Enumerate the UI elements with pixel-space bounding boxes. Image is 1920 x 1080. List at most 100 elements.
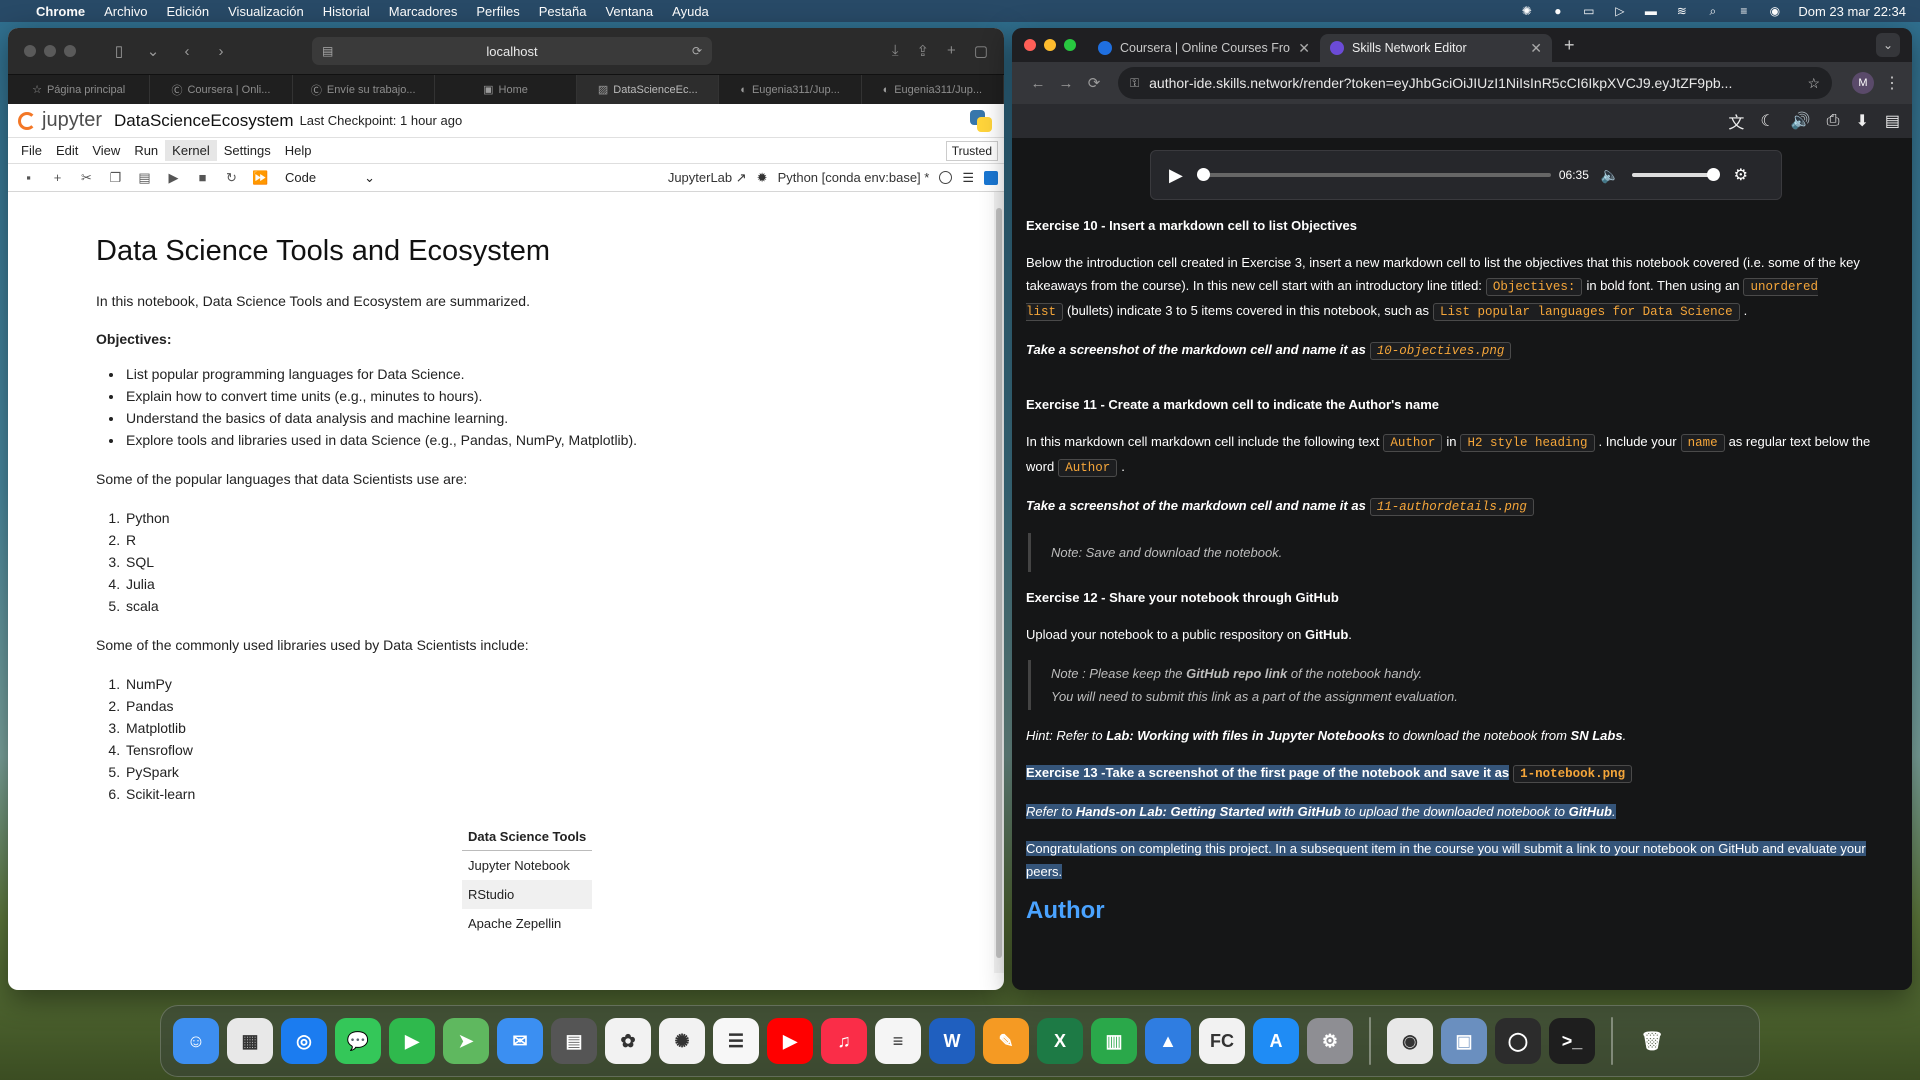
notes-icon[interactable]: ≡: [875, 1018, 921, 1064]
display-icon[interactable]: ▭: [1581, 5, 1596, 17]
cell-type-select[interactable]: Code ⌄: [285, 170, 375, 186]
safari-address-bar[interactable]: ▤ localhost ⟳: [312, 37, 712, 65]
tab-overview-icon[interactable]: ▢: [974, 42, 988, 60]
music-icon[interactable]: ♫: [821, 1018, 867, 1064]
calculator-icon[interactable]: ▤: [551, 1018, 597, 1064]
reminders-icon[interactable]: ☰: [713, 1018, 759, 1064]
fc-icon[interactable]: FC: [1199, 1018, 1245, 1064]
list-icon[interactable]: ☰: [962, 170, 974, 186]
fast-forward-icon[interactable]: ⏩: [246, 170, 275, 186]
safari-tab-5[interactable]: ▨ DataScienceEc...: [577, 75, 720, 104]
safari-tab-7[interactable]: ◐ Eugenia311/Jup...: [862, 75, 1004, 104]
forward-arrow-icon[interactable]: →: [1052, 75, 1080, 92]
print-icon[interactable]: ⎙: [1827, 112, 1840, 130]
zoom-window-button[interactable]: [64, 45, 76, 57]
bookmark-star-icon[interactable]: ☆: [1797, 75, 1820, 92]
numbers-icon[interactable]: ▥: [1091, 1018, 1137, 1064]
youtube-icon[interactable]: ▶: [767, 1018, 813, 1064]
more-options-icon[interactable]: ⋮: [1884, 73, 1900, 93]
menu-ventana[interactable]: Ventana: [605, 4, 653, 19]
run-icon[interactable]: ▶: [159, 170, 188, 186]
audio-progress[interactable]: [1196, 168, 1551, 181]
jupyter-logo[interactable]: jupyter: [18, 109, 102, 132]
new-tab-icon[interactable]: +: [947, 42, 956, 60]
notebook-area[interactable]: Data Science Tools and Ecosystem In this…: [8, 192, 1004, 973]
forward-arrow-icon[interactable]: ›: [208, 43, 234, 60]
safari-tab-2[interactable]: Ⓒ Coursera | Onli...: [150, 75, 293, 104]
facetime-icon[interactable]: ▶: [389, 1018, 435, 1064]
grammarly-icon[interactable]: ●: [1550, 5, 1565, 17]
word-icon[interactable]: W: [929, 1018, 975, 1064]
read-aloud-icon[interactable]: 🔊: [1791, 111, 1811, 131]
stop-icon[interactable]: ■: [188, 170, 217, 185]
translate-icon[interactable]: 文: [1728, 109, 1744, 133]
back-arrow-icon[interactable]: ‹: [174, 43, 200, 60]
system-settings-icon[interactable]: ⚙: [1307, 1018, 1353, 1064]
cut-icon[interactable]: ✂: [72, 170, 101, 186]
save-icon[interactable]: ▪: [14, 170, 43, 185]
spotlight-search-icon[interactable]: ⌕: [1705, 5, 1720, 17]
safari-tab-4[interactable]: ▣ Home: [435, 75, 578, 104]
menu-historial[interactable]: Historial: [323, 4, 370, 19]
menu-archivo[interactable]: Archivo: [104, 4, 147, 19]
menu-settings[interactable]: Settings: [217, 140, 278, 161]
jupyterlab-link[interactable]: JupyterLab ↗: [668, 170, 747, 186]
chrome-tab-skills-network[interactable]: Skills Network Editor ✕: [1320, 34, 1552, 62]
reload-icon[interactable]: ⟳: [692, 44, 702, 58]
menu-marcadores[interactable]: Marcadores: [389, 4, 458, 19]
openai-icon[interactable]: ✺: [1519, 5, 1534, 17]
menu-help[interactable]: Help: [278, 140, 319, 161]
menu-app-name[interactable]: Chrome: [36, 4, 85, 19]
audio-progress-knob[interactable]: [1196, 168, 1210, 181]
copy-icon[interactable]: ❐: [101, 170, 130, 186]
page-menu-icon[interactable]: ▤: [322, 44, 333, 58]
dark-mode-icon[interactable]: ☾: [1760, 111, 1774, 131]
safari-tab-1[interactable]: ☆ Página principal: [8, 75, 151, 104]
terminal-icon[interactable]: >_: [1549, 1018, 1595, 1064]
add-cell-icon[interactable]: +: [43, 170, 72, 185]
wifi-icon[interactable]: ≋: [1674, 5, 1689, 17]
kernel-name[interactable]: Python [conda env:base] *: [778, 170, 930, 185]
menu-edit[interactable]: Edit: [49, 140, 85, 161]
battery-icon[interactable]: ▬: [1643, 5, 1658, 17]
back-arrow-icon[interactable]: ←: [1024, 75, 1052, 92]
menu-visualizacion[interactable]: Visualización: [228, 4, 304, 19]
gear-icon[interactable]: ⚙: [1734, 165, 1748, 185]
maps-icon[interactable]: ➤: [443, 1018, 489, 1064]
launchpad-icon[interactable]: ▦: [227, 1018, 273, 1064]
siri-icon[interactable]: ◉: [1767, 5, 1782, 17]
volume-icon[interactable]: 🔈: [1601, 166, 1620, 184]
site-settings-icon[interactable]: ⚿: [1130, 76, 1139, 91]
minimize-window-button[interactable]: [44, 45, 56, 57]
minimize-window-button[interactable]: [1044, 39, 1056, 51]
app-store-icon[interactable]: A: [1253, 1018, 1299, 1064]
zoom-window-button[interactable]: [1064, 39, 1076, 51]
profile-avatar[interactable]: M: [1852, 72, 1874, 94]
volume-knob[interactable]: [1706, 168, 1720, 181]
play-circle-icon[interactable]: ▷: [1612, 5, 1627, 17]
property-inspector-icon[interactable]: [984, 170, 998, 185]
close-tab-icon[interactable]: ✕: [1298, 40, 1310, 57]
chrome-icon[interactable]: ◉: [1387, 1018, 1433, 1064]
notebook-name[interactable]: DataScienceEcosystem: [114, 111, 294, 131]
mail-icon[interactable]: ✉: [497, 1018, 543, 1064]
close-window-button[interactable]: [1024, 39, 1036, 51]
chevron-down-icon[interactable]: ⌄: [140, 42, 166, 60]
menu-file[interactable]: File: [14, 140, 49, 161]
close-tab-icon[interactable]: ✕: [1530, 40, 1542, 57]
document-icon[interactable]: ▤: [1885, 111, 1900, 131]
sidebar-toggle-icon[interactable]: ▯: [106, 42, 132, 60]
downloads-icon[interactable]: ⤓: [892, 42, 899, 60]
menu-clock[interactable]: Dom 23 mar 22:34: [1798, 4, 1906, 19]
finder-icon[interactable]: ☺: [173, 1018, 219, 1064]
share-icon[interactable]: ⇪: [916, 42, 929, 60]
download-pdf-icon[interactable]: ⬇: [1855, 111, 1868, 131]
restart-icon[interactable]: ↻: [217, 170, 246, 186]
reload-icon[interactable]: ⟳: [1080, 74, 1108, 92]
menu-ayuda[interactable]: Ayuda: [672, 4, 709, 19]
activity-icon[interactable]: ◯: [1495, 1018, 1541, 1064]
volume-slider[interactable]: [1631, 168, 1720, 181]
safari-tab-3[interactable]: Ⓒ Envíe su trabajo...: [293, 75, 435, 104]
preview-icon[interactable]: ▣: [1441, 1018, 1487, 1064]
chatgpt-icon[interactable]: ✺: [659, 1018, 705, 1064]
